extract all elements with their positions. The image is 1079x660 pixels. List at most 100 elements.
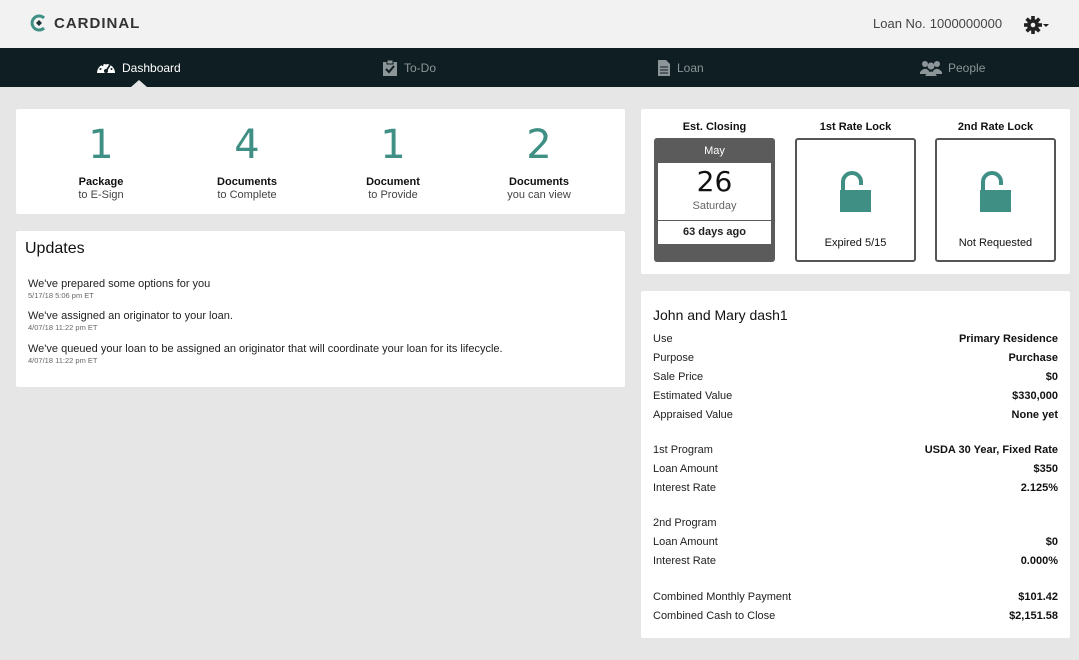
update-message: We've prepared some options for you bbox=[28, 278, 211, 290]
detail-row-2nd-program: 2nd Program bbox=[653, 517, 1058, 529]
stat-number: 4 bbox=[234, 122, 260, 168]
detail-row-use: Use Primary Residence bbox=[653, 333, 1058, 345]
detail-row-sale-price: Sale Price $0 bbox=[653, 371, 1058, 383]
detail-key: Sale Price bbox=[653, 371, 704, 383]
calendar-month: May bbox=[704, 145, 725, 157]
days-ago: 63 days ago bbox=[658, 221, 771, 244]
main-nav: Dashboard To-Do Loan People bbox=[0, 48, 1079, 87]
detail-row-combined-cash-to-close: Combined Cash to Close $2,151.58 bbox=[653, 610, 1058, 622]
detail-key: Combined Cash to Close bbox=[653, 610, 776, 622]
detail-key: Interest Rate bbox=[653, 555, 716, 567]
people-icon bbox=[920, 60, 942, 76]
detail-value: None yet bbox=[1011, 409, 1058, 421]
detail-key: Loan Amount bbox=[653, 536, 718, 548]
document-icon bbox=[658, 59, 670, 76]
stat-subtitle: to Complete bbox=[217, 189, 277, 201]
detail-row-interest-rate-1: Interest Rate 2.125% bbox=[653, 482, 1058, 494]
update-message: We've queued your loan to be assigned an… bbox=[28, 343, 503, 355]
stat-title: Documents bbox=[217, 176, 277, 188]
rate-lock-2-box[interactable]: Not Requested bbox=[935, 138, 1056, 262]
update-timestamp: 5/17/18 5:06 pm ET bbox=[28, 291, 94, 300]
speedometer-icon bbox=[97, 62, 115, 73]
updates-card: Updates We've prepared some options for … bbox=[16, 231, 625, 387]
detail-value: Primary Residence bbox=[958, 333, 1058, 345]
update-message: We've assigned an originator to your loa… bbox=[28, 310, 233, 322]
detail-row-interest-rate-2: Interest Rate 0.000% bbox=[653, 555, 1058, 567]
detail-value: Purchase bbox=[1008, 352, 1058, 364]
closing-rate-lock-card: Est. Closing 1st Rate Lock 2nd Rate Lock… bbox=[641, 109, 1070, 274]
open-lock-icon bbox=[980, 171, 1011, 212]
detail-row-loan-amount-2: Loan Amount $0 bbox=[653, 536, 1058, 548]
tab-loan-label: Loan bbox=[677, 60, 704, 75]
cardinal-logo[interactable]: CARDINAL bbox=[30, 14, 140, 32]
active-tab-indicator bbox=[131, 80, 147, 87]
chevron-down-icon bbox=[1043, 24, 1049, 27]
closing-date-calendar: May 26 Saturday 63 days ago bbox=[654, 138, 775, 262]
top-bar: CARDINAL Loan No. 1000000000 bbox=[0, 0, 1079, 48]
detail-key: 2nd Program bbox=[653, 517, 717, 529]
updates-title: Updates bbox=[25, 240, 85, 257]
tab-loan[interactable]: Loan bbox=[657, 48, 704, 87]
tab-to-do[interactable]: To-Do bbox=[382, 48, 436, 87]
stat-number: 1 bbox=[380, 122, 406, 168]
detail-row-purpose: Purpose Purchase bbox=[653, 352, 1058, 364]
rate-lock-1-label: 1st Rate Lock bbox=[819, 121, 892, 133]
update-timestamp: 4/07/18 11:22 pm ET bbox=[28, 356, 98, 365]
update-timestamp: 4/07/18 11:22 pm ET bbox=[28, 323, 98, 332]
detail-key: 1st Program bbox=[653, 444, 713, 456]
detail-value: $350 bbox=[1033, 463, 1058, 475]
open-lock-icon bbox=[840, 171, 871, 212]
rate-lock-2-status: Not Requested bbox=[958, 237, 1033, 249]
rate-lock-1-status: Expired 5/15 bbox=[824, 237, 887, 249]
stat-documents-to-complete[interactable]: 4 Documents to Complete bbox=[174, 109, 320, 201]
rate-lock-1-box[interactable]: Expired 5/15 bbox=[795, 138, 916, 262]
loan-details-card: John and Mary dash1 Use Primary Residence… bbox=[641, 291, 1070, 638]
summary-stats-card: 1 Package to E-Sign 4 Documents to Compl… bbox=[16, 109, 625, 214]
stat-title: Package bbox=[78, 176, 124, 188]
update-item: We've assigned an originator to your loa… bbox=[28, 310, 233, 332]
calendar-day-box: 26 Saturday bbox=[658, 163, 771, 220]
loan-number: Loan No. 1000000000 bbox=[873, 16, 1002, 31]
detail-key: Estimated Value bbox=[653, 390, 733, 402]
rate-lock-2-label: 2nd Rate Lock bbox=[957, 121, 1034, 133]
stat-number: 2 bbox=[526, 122, 552, 168]
stat-title: Document bbox=[366, 176, 420, 188]
detail-value: 2.125% bbox=[1020, 482, 1058, 494]
detail-row-appraised-value: Appraised Value None yet bbox=[653, 409, 1058, 421]
detail-row-loan-amount-1: Loan Amount $350 bbox=[653, 463, 1058, 475]
est-closing-label: Est. Closing bbox=[682, 121, 747, 133]
brand-name: CARDINAL bbox=[54, 14, 141, 32]
detail-value: $2,151.58 bbox=[1009, 610, 1058, 622]
detail-value: USDA 30 Year, Fixed Rate bbox=[924, 444, 1058, 456]
detail-value: $330,000 bbox=[1012, 390, 1058, 402]
loan-number-value: 1000000000 bbox=[929, 16, 1003, 31]
stat-subtitle: to Provide bbox=[368, 189, 418, 201]
stat-subtitle: you can view bbox=[507, 189, 571, 201]
stat-documents-you-can-view[interactable]: 2 Documents you can view bbox=[466, 109, 612, 201]
detail-key: Use bbox=[653, 333, 673, 345]
borrower-name: John and Mary dash1 bbox=[653, 307, 788, 323]
stat-package-to-esign[interactable]: 1 Package to E-Sign bbox=[28, 109, 174, 201]
detail-row-1st-program: 1st Program USDA 30 Year, Fixed Rate bbox=[653, 444, 1058, 456]
detail-row-estimated-value: Estimated Value $330,000 bbox=[653, 390, 1058, 402]
stat-document-to-provide[interactable]: 1 Document to Provide bbox=[320, 109, 466, 201]
update-item: We've prepared some options for you 5/17… bbox=[28, 278, 210, 300]
clipboard-check-icon bbox=[383, 59, 397, 76]
stat-number: 1 bbox=[88, 122, 114, 168]
detail-value: $0 bbox=[1045, 536, 1058, 548]
stat-subtitle: to E-Sign bbox=[78, 189, 124, 201]
detail-key: Combined Monthly Payment bbox=[653, 591, 792, 603]
detail-key: Loan Amount bbox=[653, 463, 718, 475]
settings-menu-button[interactable] bbox=[1022, 14, 1050, 36]
cardinal-logo-icon bbox=[30, 14, 46, 32]
loan-number-label: Loan No. bbox=[873, 16, 926, 31]
detail-key: Interest Rate bbox=[653, 482, 716, 494]
detail-value: 0.000% bbox=[1020, 555, 1058, 567]
stat-title: Documents bbox=[509, 176, 569, 188]
tab-to-do-label: To-Do bbox=[404, 60, 437, 75]
calendar-day: 26 bbox=[696, 165, 733, 198]
tab-people[interactable]: People bbox=[920, 48, 985, 87]
detail-row-combined-monthly-payment: Combined Monthly Payment $101.42 bbox=[653, 591, 1058, 603]
tab-people-label: People bbox=[948, 60, 986, 75]
detail-key: Appraised Value bbox=[653, 409, 733, 421]
